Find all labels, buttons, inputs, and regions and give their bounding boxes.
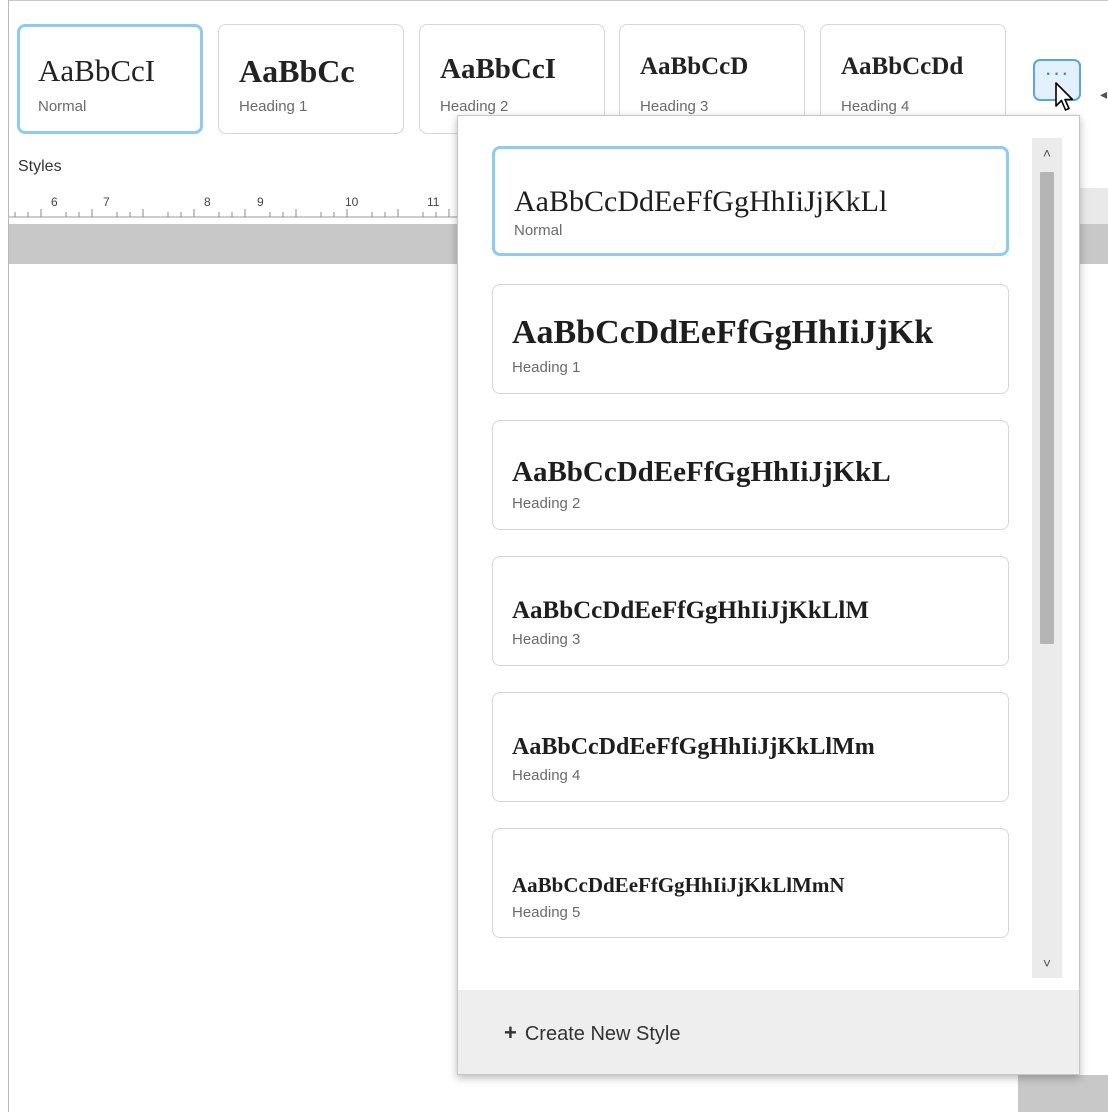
gallery-style-heading-1[interactable]: AaBbCc Heading 1	[218, 24, 404, 134]
style-item-label: Normal	[514, 222, 563, 239]
style-sample: AaBbCcDdEeFfGgHhIiJjKkL	[512, 456, 891, 488]
gallery-style-label: Heading 4	[841, 98, 910, 115]
gallery-style-normal[interactable]: AaBbCcI Normal	[17, 24, 203, 134]
gallery-style-label: Heading 1	[239, 98, 308, 115]
style-item-heading-2[interactable]: AaBbCcDdEeFfGgHhIiJjKkL Heading 2	[492, 420, 1009, 530]
styles-dropdown-panel: AaBbCcDdEeFfGgHhIiJjKkLl Normal AaBbCcDd…	[457, 115, 1080, 1075]
ruler-tick-label: 11	[427, 195, 440, 209]
horizontal-ruler[interactable]: 6 7 8 9 10 11	[9, 190, 457, 224]
ruler-tick-label: 10	[345, 195, 359, 209]
plus-icon: +	[504, 1020, 517, 1045]
gallery-style-label: Normal	[38, 98, 87, 115]
style-sample: AaBbCcDdEeFfGgHhIiJjKkLlMm	[512, 734, 875, 760]
ruler-tick-label: 6	[51, 195, 58, 209]
scroll-right-icon[interactable]: ◂	[1100, 86, 1107, 103]
style-item-heading-1[interactable]: AaBbCcDdEeFfGgHhIiJjKk Heading 1	[492, 284, 1009, 394]
style-item-label: Heading 5	[512, 904, 581, 921]
scroll-down-arrow-icon[interactable]: ˅	[1032, 948, 1062, 978]
style-item-label: Heading 4	[512, 767, 581, 784]
dropdown-footer: + Create New Style	[458, 990, 1079, 1074]
gallery-sample: AaBbCcI	[38, 53, 156, 88]
gallery-sample: AaBbCcDd	[841, 53, 964, 80]
window-top-border	[8, 0, 1108, 1]
style-sample: AaBbCcDdEeFfGgHhIiJjKkLl	[514, 185, 888, 218]
document-gray-margin	[1018, 1075, 1108, 1112]
styles-group-label: Styles	[18, 158, 62, 175]
scroll-up-arrow-icon[interactable]: ˄	[1032, 138, 1062, 168]
scrollbar-thumb[interactable]	[1040, 172, 1054, 644]
gallery-style-label: Heading 3	[640, 98, 709, 115]
style-sample: AaBbCcDdEeFfGgHhIiJjKk	[512, 314, 934, 351]
style-item-normal[interactable]: AaBbCcDdEeFfGgHhIiJjKkLl Normal	[492, 146, 1009, 256]
gallery-sample: AaBbCcI	[440, 53, 557, 85]
gallery-style-label: Heading 2	[440, 98, 509, 115]
ruler-tick-label: 7	[103, 195, 110, 209]
window-left-border	[8, 0, 9, 1112]
style-item-heading-5[interactable]: AaBbCcDdEeFfGgHhIiJjKkLlMmN Heading 5	[492, 828, 1009, 938]
create-new-style-label: Create New Style	[524, 1023, 681, 1045]
gallery-sample: AaBbCcD	[640, 53, 749, 80]
gallery-sample: AaBbCc	[239, 53, 355, 89]
style-item-heading-3[interactable]: AaBbCcDdEeFfGgHhIiJjKkLlM Heading 3	[492, 556, 1009, 666]
ruler-tick-label: 8	[204, 195, 211, 209]
ruler-tick-label: 9	[257, 195, 264, 209]
style-sample: AaBbCcDdEeFfGgHhIiJjKkLlM	[512, 597, 869, 624]
style-item-heading-4[interactable]: AaBbCcDdEeFfGgHhIiJjKkLlMm Heading 4	[492, 692, 1009, 802]
style-item-label: Heading 1	[512, 359, 581, 376]
create-new-style-button[interactable]: + Create New Style	[504, 1020, 680, 1046]
style-item-label: Heading 3	[512, 631, 581, 648]
style-item-label: Heading 2	[512, 495, 581, 512]
mouse-pointer-icon	[1055, 82, 1074, 111]
style-sample: AaBbCcDdEeFfGgHhIiJjKkLlMmN	[512, 873, 845, 897]
document-edge-strip	[1080, 188, 1108, 224]
dropdown-scrollbar[interactable]: ˄ ˅	[1032, 138, 1062, 978]
